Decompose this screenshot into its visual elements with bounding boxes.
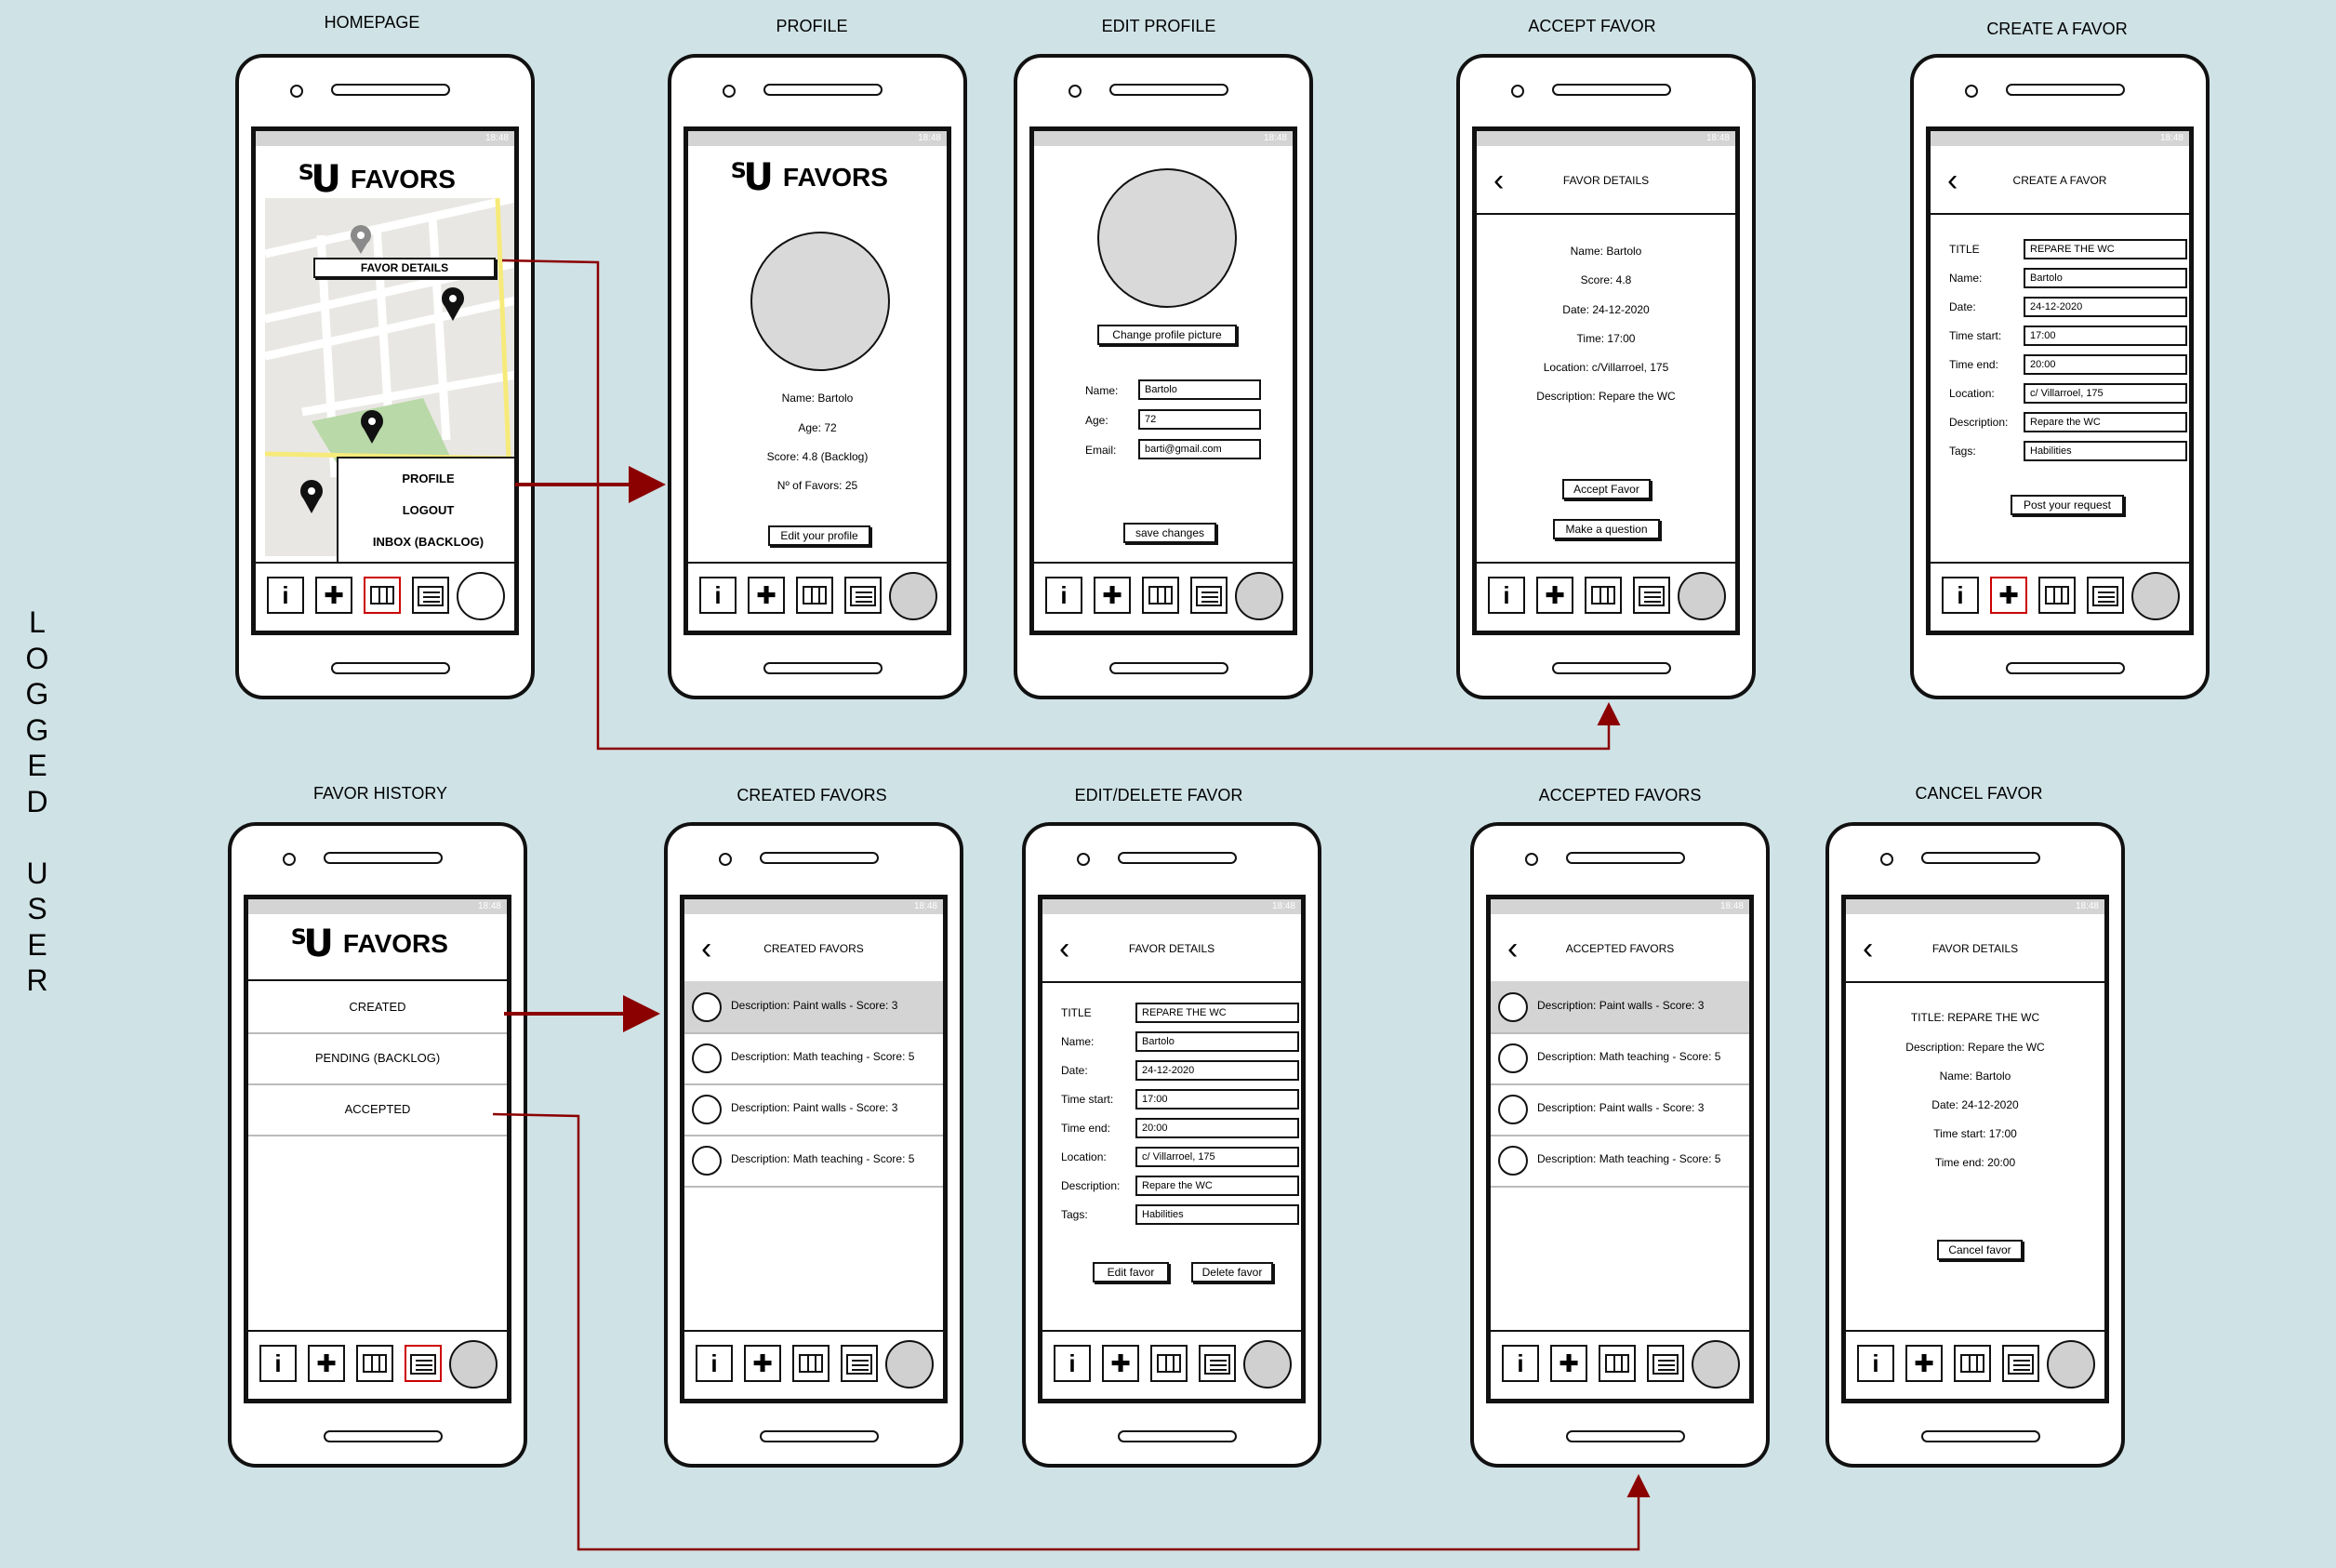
flow-arrows — [492, 259, 1651, 1551]
arrow-accepted-to-accepted-favors — [492, 1112, 1651, 1551]
arrow-favor-details-to-accept — [501, 259, 1621, 751]
